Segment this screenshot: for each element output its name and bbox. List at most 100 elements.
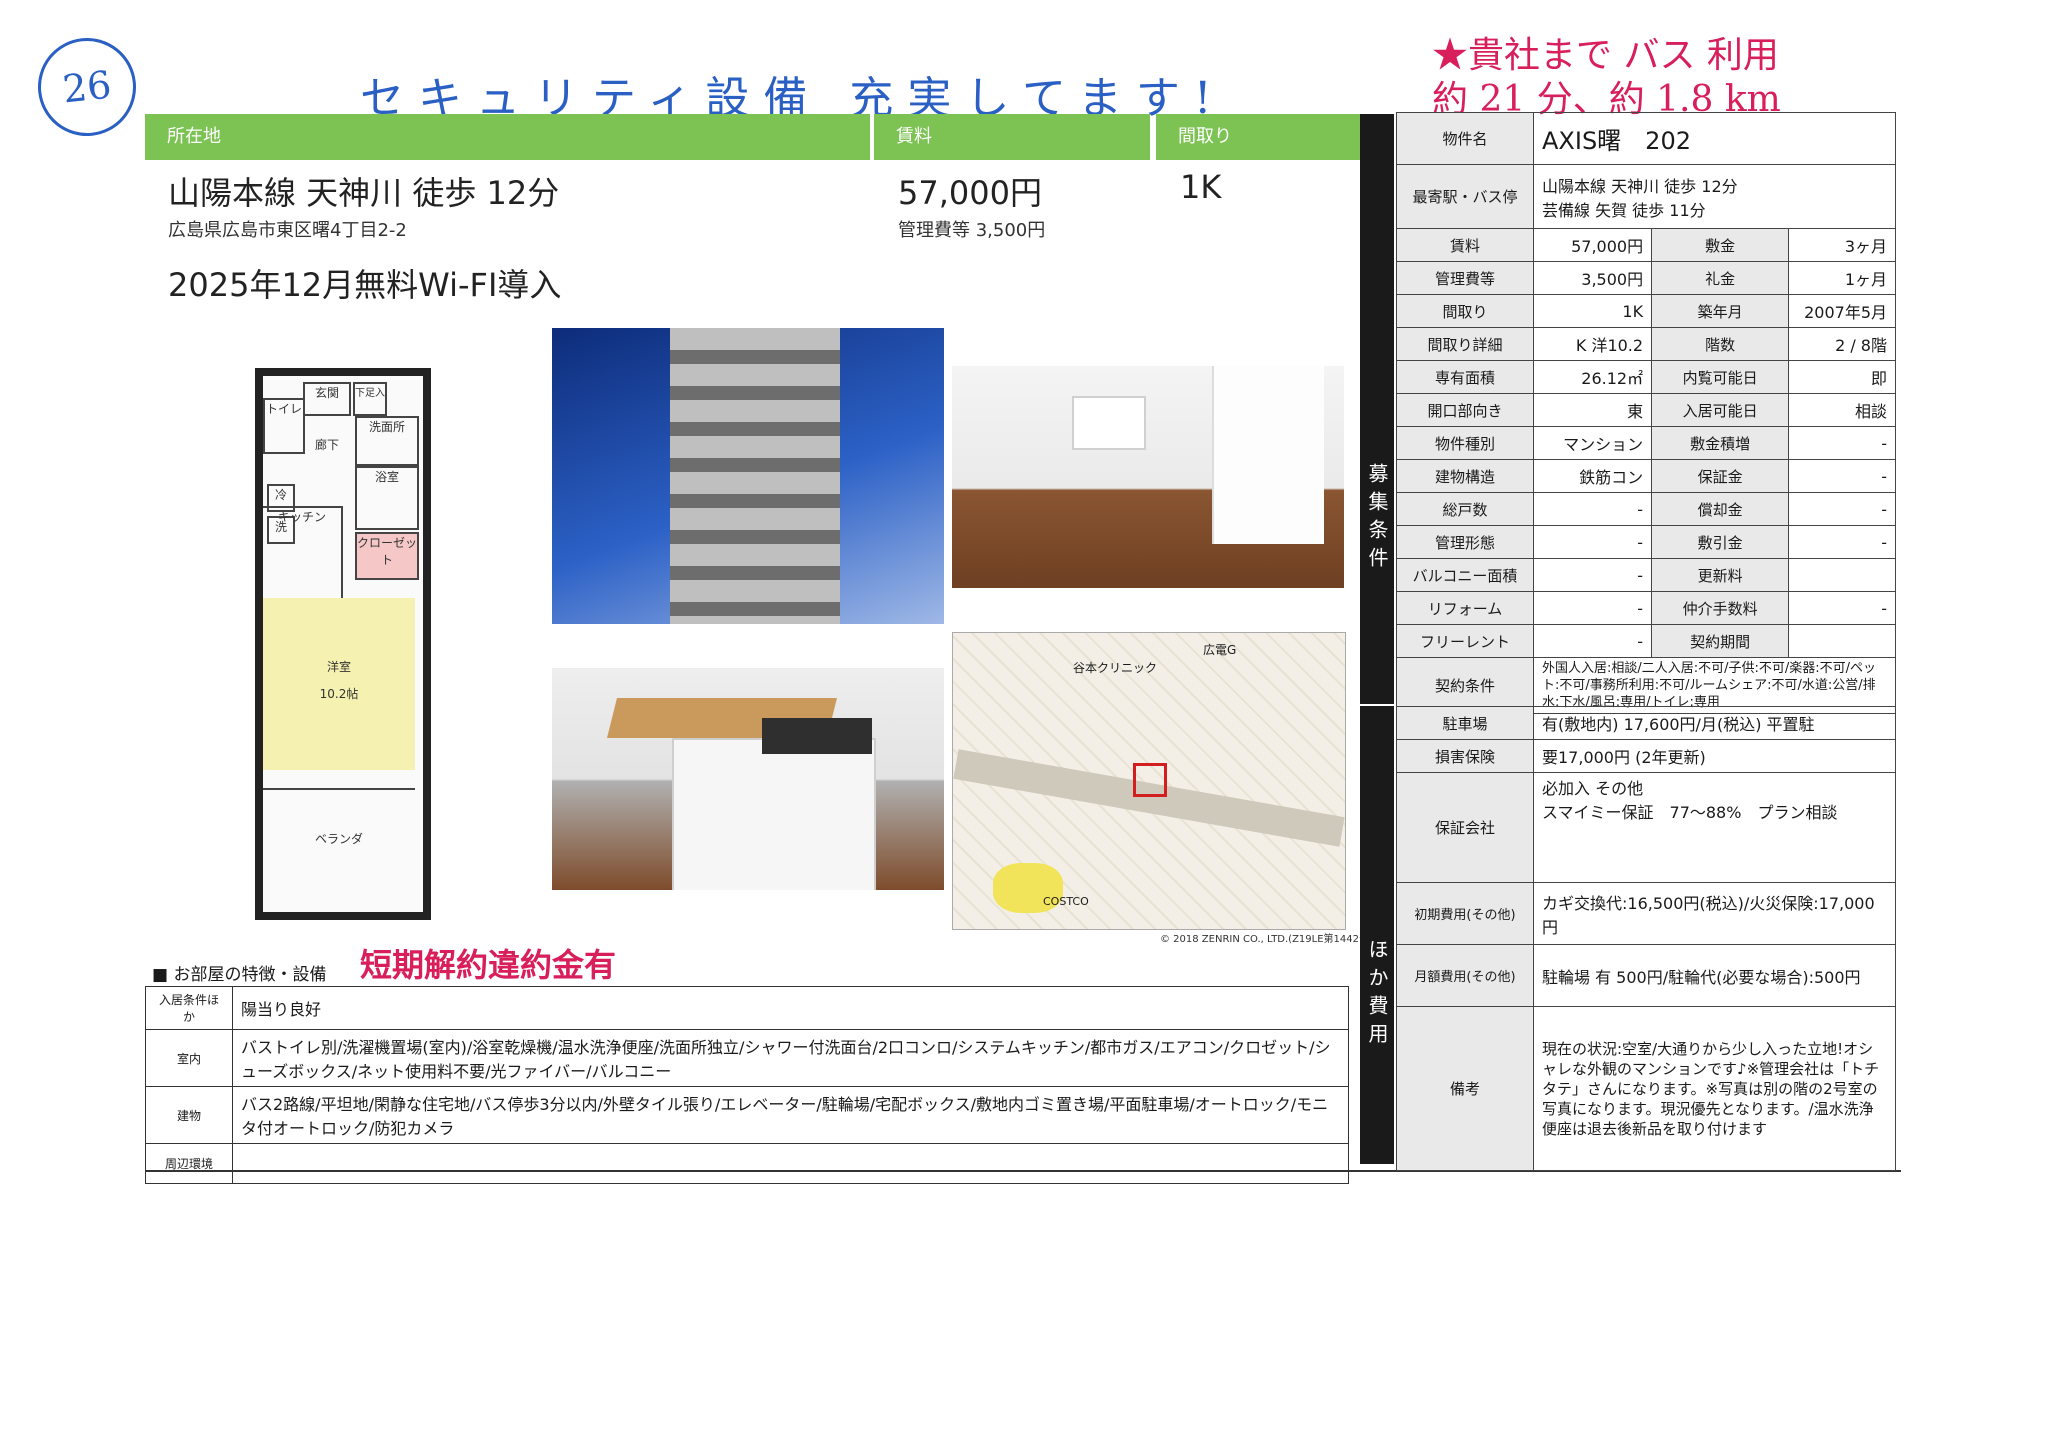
spec-pair-row: 管理形態 - 敷引金 - <box>1396 525 1896 559</box>
bath-area: 浴室 <box>355 466 419 530</box>
map-station-label: 広電G <box>1203 643 1237 657</box>
map-clinic-label: 谷本クリニック <box>1073 661 1158 675</box>
spec-value-right: 3ヶ月 <box>1788 228 1896 262</box>
spec-label-left: 物件種別 <box>1396 426 1534 460</box>
entrance-area: 玄関 <box>303 382 351 416</box>
costs-row-monthly: 月額費用(その他) 駐輪場 有 500円/駐輪代(必要な場合):500円 <box>1396 944 1896 1007</box>
spec-label-right: 償却金 <box>1651 492 1790 526</box>
spec-value-left: 鉄筋コン <box>1532 459 1653 493</box>
features-label-building: 建物 <box>145 1086 233 1144</box>
rent-value: 57,000円 <box>898 174 1042 212</box>
washroom-label: 洗面所 <box>368 420 405 434</box>
monthly-cost-value: 駐輪場 有 500円/駐輪代(必要な場合):500円 <box>1533 944 1896 1007</box>
features-table: 入居条件ほか 陽当り良好 室内 バストイレ別/洗濯機置場(室内)/浴室乾燥機/温… <box>145 986 1349 1184</box>
features-row-surroundings: 周辺環境 <box>145 1143 1349 1184</box>
spec-row-name: 物件名 AXIS曙 202 <box>1396 112 1896 165</box>
map-copyright: © 2018 ZENRIN CO., LTD.(Z19LE第1442号) <box>1160 934 1373 945</box>
balcony-label: ベランダ <box>314 832 363 846</box>
costs-row-parking: 駐車場 有(敷地内) 17,600円/月(税込) 平置駐 <box>1396 706 1896 740</box>
guarantor-line-2: スマイミー保証 77〜88% プラン相談 <box>1542 803 1838 822</box>
spec-value-left: - <box>1532 558 1653 592</box>
layout-value: 1K <box>1180 168 1222 206</box>
features-value-building: バス2路線/平坦地/閑静な住宅地/バス停歩3分以内/外壁タイル張り/エレベーター… <box>232 1086 1349 1144</box>
spec-value-left: 26.12㎡ <box>1532 360 1653 394</box>
kitchen-area: キッチン <box>263 506 343 600</box>
map-costco-label: COSTCO <box>1043 895 1089 908</box>
area-map: 谷本クリニック 広電G COSTCO <box>952 632 1346 930</box>
spec-label-right: 内覧可能日 <box>1651 360 1790 394</box>
management-fee: 管理費等 3,500円 <box>898 220 1046 241</box>
spec-pair-row: バルコニー面積 - 更新料 <box>1396 558 1896 592</box>
spec-label-right: 契約期間 <box>1651 624 1790 658</box>
toilet-label: トイレ <box>265 402 302 416</box>
location-label: 所在地 <box>145 114 870 160</box>
costs-row-remarks: 備考 現在の状況:空室/大通りから少し入った立地!オシャレな外観のマンションです… <box>1396 1006 1896 1171</box>
spec-label-left: 賃料 <box>1396 228 1534 262</box>
features-row-conditions: 入居条件ほか 陽当り良好 <box>145 986 1349 1030</box>
spec-value-left: - <box>1532 591 1653 625</box>
storage-label: 下足入 <box>355 388 385 399</box>
address-text: 広島県広島市東区曙4丁目2-2 <box>168 220 407 241</box>
spec-value-right <box>1788 624 1896 658</box>
balcony-area: ベランダ <box>263 788 415 898</box>
remarks-label: 備考 <box>1396 1006 1534 1171</box>
floorplan-image: 玄関 下足入 トイレ 洗面所 廊下 冷 浴室 洗 キッチン クローゼット 洋室 … <box>145 328 537 920</box>
spec-label-right: 仲介手数料 <box>1651 591 1790 625</box>
western-room-label: 洋室 <box>326 660 351 674</box>
station-cell: 山陽本線 天神川 徒歩 12分 芸備線 矢賀 徒歩 11分 <box>1533 164 1896 229</box>
costs-table: 駐車場 有(敷地内) 17,600円/月(税込) 平置駐 損害保険 要17,00… <box>1396 706 1896 1171</box>
insurance-label: 損害保険 <box>1396 739 1534 773</box>
spec-row-station: 最寄駅・バス停 山陽本線 天神川 徒歩 12分 芸備線 矢賀 徒歩 11分 <box>1396 164 1896 229</box>
spec-pair-row: 間取り 1K 築年月 2007年5月 <box>1396 294 1896 328</box>
spec-value-right: - <box>1788 426 1896 460</box>
kitchen-label: キッチン <box>277 510 326 524</box>
initial-cost-label: 初期費用(その他) <box>1396 882 1534 945</box>
initial-cost-value: カギ交換代:16,500円(税込)/火災保険:17,000円 <box>1533 882 1896 945</box>
spec-label-left: 総戸数 <box>1396 492 1534 526</box>
access-text: 山陽本線 天神川 徒歩 12分 <box>168 174 560 212</box>
spec-pair-row: 専有面積 26.12㎡ 内覧可能日即 <box>1396 360 1896 394</box>
spec-label-right: 敷金 <box>1651 228 1790 262</box>
features-value-surroundings <box>232 1143 1349 1184</box>
spec-label-left: 建物構造 <box>1396 459 1534 493</box>
spec-label-left: 間取り <box>1396 294 1534 328</box>
property-marker <box>1133 763 1167 797</box>
insurance-value: 要17,000円 (2年更新) <box>1533 739 1896 773</box>
room-size-label: 10.2帖 <box>319 687 359 701</box>
spec-label-left: フリーレント <box>1396 624 1534 658</box>
spec-label-right: 階数 <box>1651 327 1790 361</box>
building-exterior-photo <box>552 328 944 624</box>
station-label: 最寄駅・バス停 <box>1396 164 1534 229</box>
station-line-1: 山陽本線 天神川 徒歩 12分 <box>1542 176 1738 196</box>
parking-value: 有(敷地内) 17,600円/月(税込) 平置駐 <box>1533 706 1896 740</box>
spec-label-right: 築年月 <box>1651 294 1790 328</box>
spec-value-right: 相談 <box>1788 393 1896 427</box>
rent-label: 賃料 <box>874 114 1150 160</box>
spec-value-right: 2007年5月 <box>1788 294 1896 328</box>
spec-pair-row: フリーレント - 契約期間 <box>1396 624 1896 658</box>
spec-value-left: - <box>1532 492 1653 526</box>
guarantor-cell: 必加入 その他 スマイミー保証 77〜88% プラン相談 <box>1533 772 1896 883</box>
spec-label-left: バルコニー面積 <box>1396 558 1534 592</box>
spec-value-left: 3,500円 <box>1532 261 1653 295</box>
spec-pair-row: 間取り詳細 K 洋10.2 階数 2 / 8階 <box>1396 327 1896 361</box>
hallway-area: 廊下 <box>305 436 349 462</box>
hallway-label: 廊下 <box>314 438 339 452</box>
spec-value-left: マンション <box>1532 426 1653 460</box>
spec-label-right: 入居可能日 <box>1651 393 1790 427</box>
spec-table: 物件名 AXIS曙 202 最寄駅・バス停 山陽本線 天神川 徒歩 12分 芸備… <box>1396 112 1896 714</box>
building-facade <box>670 328 840 624</box>
features-row-building: 建物 バス2路線/平坦地/閑静な住宅地/バス停歩3分以内/外壁タイル張り/エレベ… <box>145 1086 1349 1144</box>
spec-value-left: 57,000円 <box>1532 228 1653 262</box>
features-row-interior: 室内 バストイレ別/洗濯機置場(室内)/浴室乾燥機/温水洗浄便座/洗面所独立/シ… <box>145 1029 1349 1087</box>
range-hood <box>1072 396 1146 450</box>
closet-label: クローゼット <box>357 536 418 567</box>
remarks-value: 現在の状況:空室/大通りから少し入った立地!オシャレな外観のマンションです♪※管… <box>1533 1006 1896 1171</box>
spec-value-right: 1ヶ月 <box>1788 261 1896 295</box>
spec-value-right: - <box>1788 525 1896 559</box>
side-label-conditions: 募集条件 <box>1360 114 1394 704</box>
spec-label-right: 敷金積増 <box>1651 426 1790 460</box>
features-label-surroundings: 周辺環境 <box>145 1143 233 1184</box>
spec-label-left: リフォーム <box>1396 591 1534 625</box>
western-room-area: 洋室 10.2帖 <box>263 598 415 770</box>
